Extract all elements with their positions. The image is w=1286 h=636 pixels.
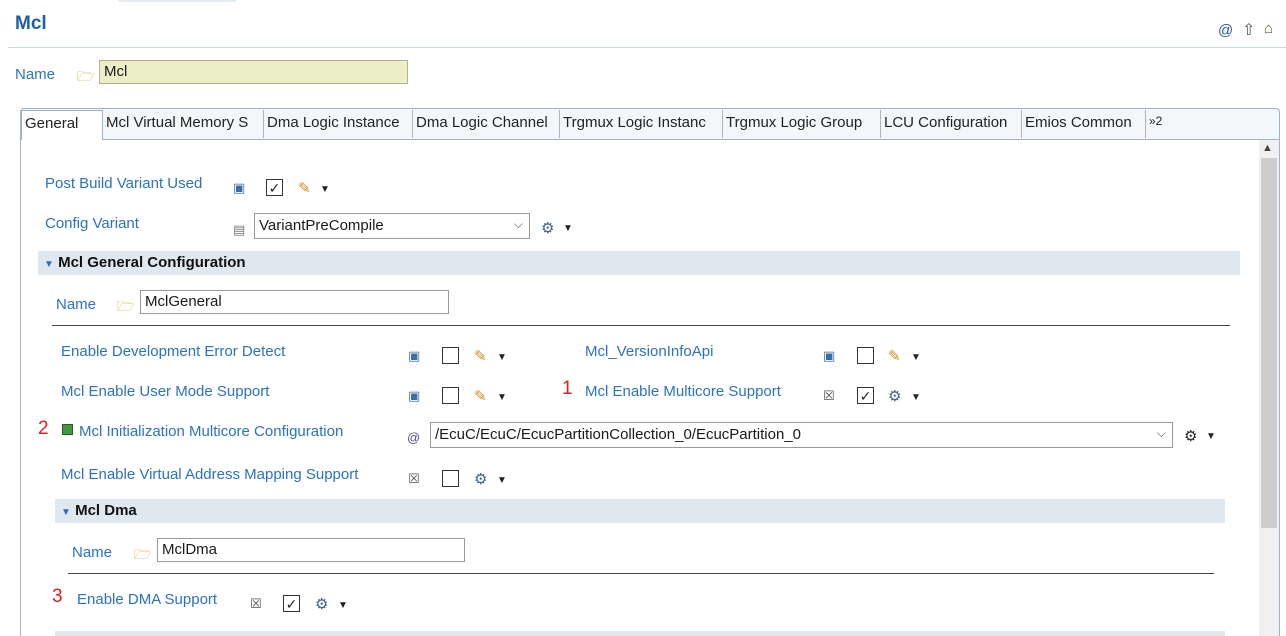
chevron-down-icon: ⌵ xyxy=(513,217,523,231)
name-label: Name xyxy=(15,66,56,83)
gear-icon[interactable]: ⚙ xyxy=(888,387,901,405)
virtual-addr-checkbox[interactable] xyxy=(442,470,459,487)
gear-icon[interactable]: ⚙ xyxy=(1184,427,1197,445)
chevron-down-icon[interactable]: ▼ xyxy=(338,600,348,611)
scrollbar-thumb[interactable] xyxy=(1261,158,1277,528)
dev-error-checkbox[interactable] xyxy=(442,347,459,364)
annotation-marker-3: 3 xyxy=(52,586,63,607)
config-variant-value: VariantPreCompile xyxy=(259,217,384,234)
header-divider xyxy=(8,47,1286,48)
folder-icon: 🗁 xyxy=(77,68,95,84)
pencil-icon[interactable]: ✎ xyxy=(298,179,311,197)
config-variant-label: Config Variant xyxy=(45,215,139,232)
variant-icon: ▣ xyxy=(233,180,246,195)
post-build-checkbox[interactable]: ✓ xyxy=(266,179,283,196)
enable-dma-label: Enable DMA Support xyxy=(77,591,218,608)
version-info-checkbox[interactable] xyxy=(857,347,874,364)
init-multicore-select[interactable]: /EcuC/EcuC/EcucPartitionCollection_0/Ecu… xyxy=(430,422,1173,448)
collapse-icon[interactable]: ▼ xyxy=(44,259,54,270)
chevron-down-icon[interactable]: ▼ xyxy=(1206,431,1216,442)
post-build-label: Post Build Variant Used xyxy=(45,175,203,192)
home-icon[interactable]: ⌂ xyxy=(1264,20,1273,37)
divider xyxy=(52,325,1230,326)
tab-emios-common[interactable]: Emios Common xyxy=(1022,110,1146,138)
tab-dma-logic-channel[interactable]: Dma Logic Channel xyxy=(413,110,560,138)
x-file-icon: ☒ xyxy=(250,596,262,611)
init-multicore-label: Mcl Initialization Multicore Configurati… xyxy=(79,423,344,440)
expand-icon[interactable] xyxy=(62,424,73,435)
pencil-icon[interactable]: ✎ xyxy=(474,347,487,365)
section-title: Mcl Dma xyxy=(75,502,137,519)
page-title: Mcl xyxy=(15,13,47,34)
enable-dma-checkbox[interactable]: ✓ xyxy=(283,595,300,612)
init-multicore-value: /EcuC/EcuC/EcucPartitionCollection_0/Ecu… xyxy=(435,426,802,443)
tab-overflow[interactable]: »2 xyxy=(1146,110,1176,138)
multicore-checkbox[interactable]: ✓ xyxy=(857,387,874,404)
dev-error-label: Enable Development Error Detect xyxy=(61,343,286,360)
variant-icon: ▣ xyxy=(408,388,421,403)
virtual-addr-label: Mcl Enable Virtual Address Mapping Suppo… xyxy=(61,466,359,483)
x-file-icon: ☒ xyxy=(408,471,420,486)
version-info-label: Mcl_VersionInfoApi xyxy=(585,343,714,360)
annotation-marker-2: 2 xyxy=(38,418,49,439)
tab-general[interactable]: General xyxy=(21,110,103,140)
x-file-icon: ☒ xyxy=(823,388,835,403)
user-mode-checkbox[interactable] xyxy=(442,387,459,404)
pencil-icon[interactable]: ✎ xyxy=(474,387,487,405)
chevron-down-icon[interactable]: ▼ xyxy=(497,392,507,403)
mcl-dma-section-header[interactable]: ▼ Mcl Dma xyxy=(55,499,1225,523)
chevron-down-icon[interactable]: ▼ xyxy=(563,223,573,234)
at-icon[interactable]: @ xyxy=(1218,22,1233,39)
editor-tab-strip xyxy=(118,0,236,2)
pencil-icon[interactable]: ✎ xyxy=(888,347,901,365)
gear-icon[interactable]: ⚙ xyxy=(315,595,328,613)
chevron-down-icon[interactable]: ▼ xyxy=(911,352,921,363)
general-name-label: Name xyxy=(56,296,97,313)
tab-mcl-virtual-memory[interactable]: Mcl Virtual Memory S xyxy=(103,110,264,138)
collapse-icon[interactable]: ▼ xyxy=(61,507,71,518)
dma-name-input[interactable]: MclDma xyxy=(157,538,465,562)
chevron-down-icon[interactable]: ▼ xyxy=(497,475,507,486)
tab-trgmux-logic-instance[interactable]: Trgmux Logic Instanc xyxy=(560,110,723,138)
config-variant-select[interactable]: VariantPreCompile ⌵ xyxy=(254,213,530,239)
tab-trgmux-logic-group[interactable]: Trgmux Logic Group xyxy=(723,110,881,138)
divider xyxy=(68,573,1214,574)
section-title: Mcl General Configuration xyxy=(58,254,246,271)
tab-dma-logic-instance[interactable]: Dma Logic Instance xyxy=(264,110,413,138)
annotation-marker-1: 1 xyxy=(562,378,573,399)
folder-icon: 🗁 xyxy=(134,546,152,562)
tab-lcu-configuration[interactable]: LCU Configuration xyxy=(881,110,1022,138)
scroll-up-icon[interactable]: ▲ xyxy=(1262,142,1273,154)
multicore-label: Mcl Enable Multicore Support xyxy=(585,383,781,400)
folder-icon: 🗁 xyxy=(117,298,135,314)
mcl-general-section-header[interactable]: ▼ Mcl General Configuration xyxy=(38,251,1240,275)
next-section-header xyxy=(55,631,1225,636)
gear-icon[interactable]: ⚙ xyxy=(474,470,487,488)
chevron-down-icon: ⌵ xyxy=(1156,426,1166,440)
chevron-down-icon[interactable]: ▼ xyxy=(320,184,330,195)
dma-name-label: Name xyxy=(72,544,113,561)
variant-icon: ▣ xyxy=(408,348,421,363)
name-input[interactable]: Mcl xyxy=(99,60,408,84)
chevron-down-icon[interactable]: ▼ xyxy=(911,392,921,403)
chevron-down-icon[interactable]: ▼ xyxy=(497,352,507,363)
document-icon: ▤ xyxy=(233,222,246,237)
general-name-input[interactable]: MclGeneral xyxy=(140,290,449,314)
gear-icon[interactable]: ⚙ xyxy=(541,219,554,237)
variant-icon: ▣ xyxy=(823,348,836,363)
up-arrow-icon[interactable]: ⇧ xyxy=(1242,20,1255,40)
reference-icon: @ xyxy=(407,430,421,445)
user-mode-label: Mcl Enable User Mode Support xyxy=(61,383,270,400)
